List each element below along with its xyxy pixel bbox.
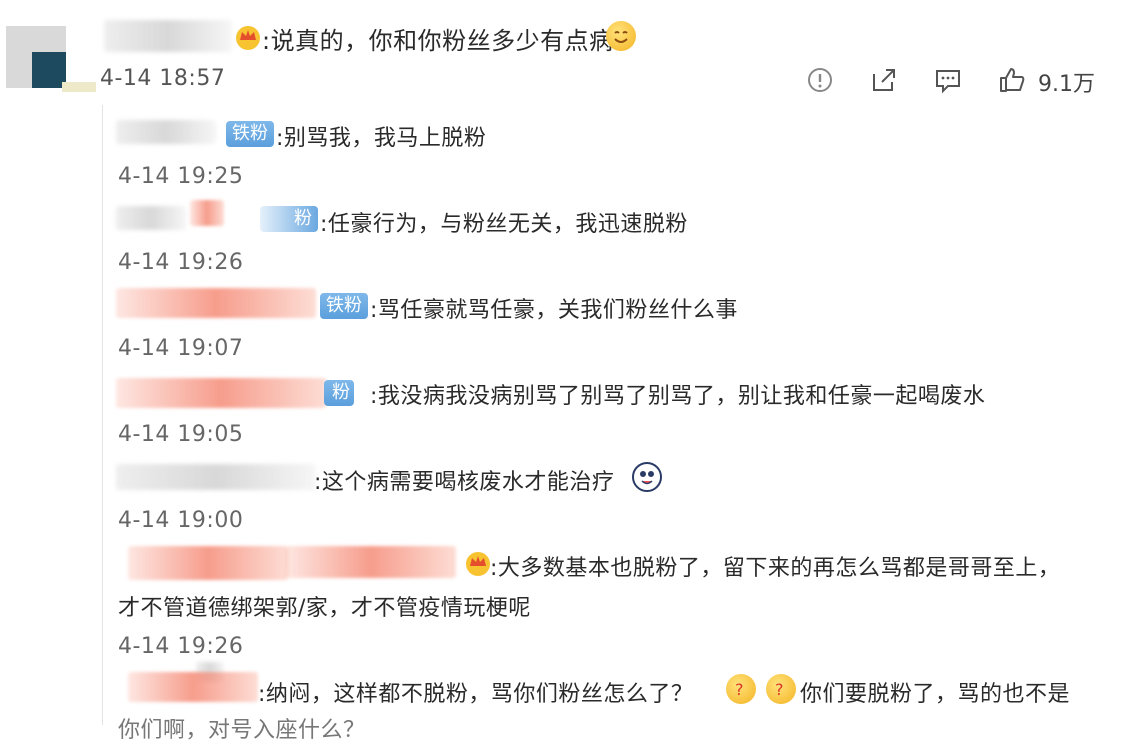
- warning-icon: [808, 68, 832, 92]
- reply-text: :大多数基本也脱粉了，留下来的再怎么骂都是哥哥至上，: [490, 556, 1061, 581]
- reply-username-blurred[interactable]: [116, 288, 316, 318]
- reply-time: 4-14 19:05: [118, 422, 244, 447]
- reply-username-blurred[interactable]: [116, 206, 186, 230]
- reply-time: 4-14 19:07: [118, 336, 244, 361]
- reply-time: 4-14 19:00: [118, 508, 244, 533]
- report-button[interactable]: [806, 66, 834, 96]
- fan-badge: 铁粉: [320, 293, 368, 319]
- reply-username-blurred[interactable]: [116, 378, 326, 408]
- svg-text:?: ?: [735, 680, 744, 699]
- main-comment-time: 4-14 18:57: [100, 66, 226, 91]
- like-button[interactable]: [998, 66, 1026, 96]
- reply-username-blurred[interactable]: [128, 672, 258, 702]
- question-emoji-icon: ?: [766, 674, 796, 704]
- reply-text: :这个病需要喝核废水才能治疗: [314, 470, 615, 495]
- username-blurred[interactable]: [104, 20, 232, 52]
- crown-icon: [236, 26, 260, 50]
- share-button[interactable]: [870, 66, 898, 96]
- svg-text:?: ?: [775, 680, 784, 699]
- reply-text-continued: 你们啊，对号入座什么？: [118, 718, 366, 743]
- avatar[interactable]: [0, 22, 98, 98]
- reply-text: :任豪行为，与粉丝无关，我迅速脱粉: [320, 212, 688, 237]
- reply-time: 4-14 19:26: [118, 634, 244, 659]
- comment-icon: [936, 70, 960, 94]
- fan-badge: 粉: [324, 380, 354, 406]
- reply-username-blurred[interactable]: [128, 546, 288, 580]
- reply-username-blurred[interactable]: [116, 464, 316, 490]
- reply-time: 4-14 19:25: [118, 164, 244, 189]
- reply-username-blurred[interactable]: [286, 546, 456, 578]
- funny-face-emoji-icon: [632, 462, 662, 492]
- like-count: 9.1万: [1038, 72, 1095, 97]
- reply-text: :骂任豪就骂任豪，关我们粉丝什么事: [370, 298, 738, 323]
- reply-time: 4-14 19:26: [118, 250, 244, 275]
- crown-icon: [466, 552, 490, 576]
- question-emoji-icon: ?: [726, 674, 756, 704]
- reply-text: :纳闷，这样都不脱粉，骂你们粉丝怎么了？: [258, 682, 694, 707]
- fan-badge: 铁粉: [226, 121, 274, 147]
- comment-button[interactable]: [934, 66, 962, 96]
- main-comment-text: :说真的，你和你粉丝多少有点病: [262, 27, 614, 55]
- reply-username-blurred[interactable]: [190, 200, 224, 226]
- reply-text-continued: 才不管道德绑架郭/家，才不管疫情玩梗呢: [118, 596, 531, 621]
- reply-text: :别骂我，我马上脱粉: [276, 126, 487, 151]
- reply-username-blurred[interactable]: [116, 120, 216, 144]
- reply-thread-line: [102, 105, 103, 725]
- like-icon: [1000, 68, 1025, 92]
- smile-emoji-icon: [606, 21, 636, 51]
- reply-text: :我没病我没病别骂了别骂了别骂了，别让我和任豪一起喝废水: [370, 384, 986, 409]
- share-icon: [873, 69, 895, 91]
- reply-text: 你们要脱粉了，骂的也不是: [800, 682, 1071, 707]
- fan-badge: 粉: [260, 206, 318, 232]
